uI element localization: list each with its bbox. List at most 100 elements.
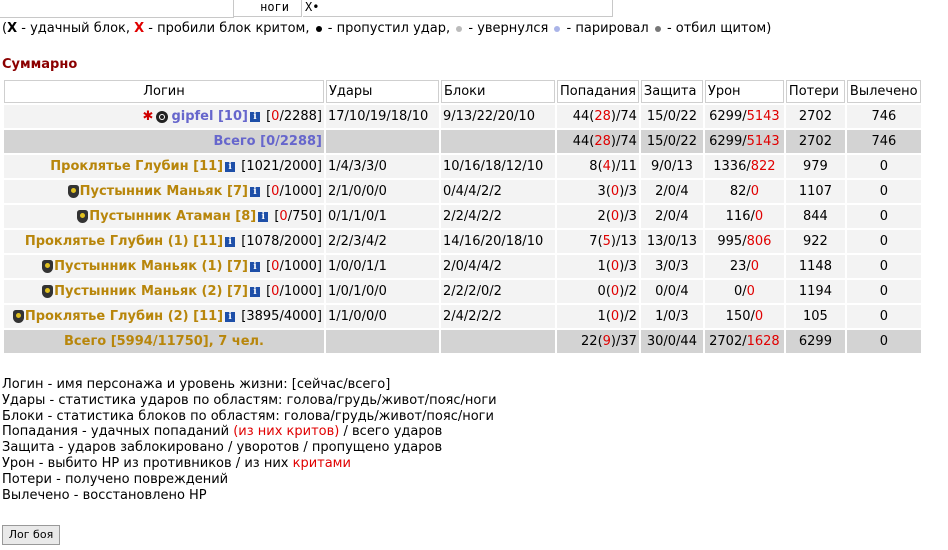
- heal-cell: 0: [846, 230, 921, 253]
- total-label-cell: Всего [5994/11750], 7 чел.: [4, 330, 324, 353]
- dmg-cell: 0/0: [704, 280, 784, 303]
- hp-current: 3895: [246, 309, 280, 324]
- hp-current: 0: [279, 209, 288, 224]
- legend-text-4: - увернулся: [464, 21, 553, 36]
- shield-emblem-icon: [42, 260, 54, 273]
- legend-x-black: X: [7, 21, 18, 36]
- legend-text-6: - отбил щитом): [662, 21, 772, 36]
- strip-label: ноги: [234, 0, 302, 17]
- player-link[interactable]: Проклятье Глубин (2) [11]: [25, 309, 223, 324]
- player-link[interactable]: Проклятье Глубин (1) [11]: [25, 234, 223, 249]
- info-icon[interactable]: i: [225, 236, 236, 247]
- loss-cell: 1194: [785, 280, 845, 303]
- player-link[interactable]: Пустынник Маньяк [7]: [80, 184, 248, 199]
- gray-dot-icon: [456, 25, 463, 32]
- shield-emblem-icon: [77, 210, 89, 223]
- loss-cell: 2702: [785, 130, 845, 153]
- note-heal: Вылечено - восстановлено HP: [2, 487, 207, 503]
- total-label: Всего [0/2288]: [213, 134, 322, 149]
- login-cell: Пустынник Атаман [8] i [0/750]: [4, 205, 324, 228]
- login-cell: Проклятье Глубин [11] i [1021/2000]: [4, 155, 324, 178]
- total-hits-cell: [326, 130, 439, 153]
- player-link[interactable]: Пустынник Маньяк (2) [7]: [54, 284, 248, 299]
- pop-cell: 2(0)/3: [557, 205, 639, 228]
- heal-cell: 746: [846, 105, 921, 128]
- col-pop: Попадания: [557, 80, 639, 103]
- hp-current: 1021: [246, 159, 280, 174]
- table-row: Проклятье Глубин (2) [11] i [3895/4000] 1…: [4, 305, 921, 328]
- info-icon[interactable]: i: [225, 161, 236, 172]
- heal-cell: 746: [846, 130, 921, 153]
- def-cell: 1/0/3: [640, 305, 703, 328]
- battle-stats-table: Логин Удары Блоки Попадания Защита Урон …: [2, 78, 923, 355]
- login-cell: Проклятье Глубин (1) [11] i [1078/2000]: [4, 230, 324, 253]
- blocks-cell: 10/16/18/12/10: [441, 155, 555, 178]
- dmg-cell: 995/806: [704, 230, 784, 253]
- total-blocks-cell: [441, 130, 555, 153]
- dark-dot-icon: [654, 25, 661, 32]
- loss-cell: 844: [785, 205, 845, 228]
- col-def: Защита: [640, 80, 703, 103]
- col-hits: Удары: [326, 80, 439, 103]
- total-row: Всего [0/2288] 44(28)/74 15/0/22 6299/51…: [4, 130, 921, 153]
- table-row: Пустынник Маньяк (1) [7] i [0/1000] 1/0/0…: [4, 255, 921, 278]
- hits-cell: 1/4/3/3/0: [326, 155, 439, 178]
- blocks-cell: 2/0/4/4/2: [441, 255, 555, 278]
- player-link[interactable]: Пустынник Атаман [8]: [89, 209, 256, 224]
- legend-text-5: - парировал: [562, 21, 653, 36]
- note-blocks: Блоки - статистика блоков по областям: г…: [2, 408, 494, 424]
- blocks-cell: 14/16/20/18/10: [441, 230, 555, 253]
- heal-cell: 0: [846, 305, 921, 328]
- total-hits-cell: [326, 330, 439, 353]
- info-icon[interactable]: i: [249, 111, 260, 122]
- hp-max: 750: [292, 209, 317, 224]
- pop-cell: 22(9)/37: [557, 330, 639, 353]
- player-link[interactable]: Проклятье Глубин [11]: [50, 159, 223, 174]
- shield-emblem-icon: [42, 285, 54, 298]
- def-cell: 13/0/13: [640, 230, 703, 253]
- dmg-cell: 1336/822: [704, 155, 784, 178]
- hp-max: 1000: [283, 284, 317, 299]
- dmg-cell: 2702/1628: [704, 330, 784, 353]
- total-row: Всего [5994/11750], 7 чел. 22(9)/37 30/0…: [4, 330, 921, 353]
- note-def: Защита - ударов заблокировано / уворотов…: [2, 440, 443, 456]
- hp-max: 1000: [283, 184, 317, 199]
- blocks-cell: 2/4/2/2/2: [441, 305, 555, 328]
- hp-max: 2000: [283, 234, 317, 249]
- player-link[interactable]: Пустынник Маньяк (1) [7]: [54, 259, 248, 274]
- pop-cell: 7(5)/13: [557, 230, 639, 253]
- clan-emblem-icon: ✱: [142, 108, 154, 124]
- table-row: Пустынник Маньяк (2) [7] i [0/1000] 1/0/1…: [4, 280, 921, 303]
- hp-max: 2288: [283, 109, 317, 124]
- table-row: Проклятье Глубин (1) [11] i [1078/2000] 2…: [4, 230, 921, 253]
- col-blocks: Блоки: [441, 80, 555, 103]
- info-icon[interactable]: i: [249, 286, 260, 297]
- battle-log-button[interactable]: Лог боя: [2, 525, 60, 545]
- info-icon[interactable]: i: [225, 311, 236, 322]
- pop-cell: 3(0)/3: [557, 180, 639, 203]
- heal-cell: 0: [846, 205, 921, 228]
- def-cell: 30/0/44: [640, 330, 703, 353]
- shield-emblem-icon: [12, 310, 24, 323]
- dmg-cell: 6299/5143: [704, 105, 784, 128]
- def-cell: 15/0/22: [640, 105, 703, 128]
- heal-cell: 0: [846, 180, 921, 203]
- blocks-cell: 9/13/22/20/10: [441, 105, 555, 128]
- hits-cell: 1/0/1/0/0: [326, 280, 439, 303]
- loss-cell: 979: [785, 155, 845, 178]
- def-cell: 3/0/3: [640, 255, 703, 278]
- def-cell: 2/0/4: [640, 180, 703, 203]
- hp-current: 1078: [246, 234, 280, 249]
- info-icon[interactable]: i: [249, 186, 260, 197]
- login-cell: Проклятье Глубин (2) [11] i [3895/4000]: [4, 305, 324, 328]
- info-icon[interactable]: i: [249, 261, 260, 272]
- col-heal: Вылечено: [846, 80, 921, 103]
- player-link[interactable]: gipfel [10]: [171, 109, 248, 124]
- section-title: Суммарно: [2, 57, 78, 72]
- info-icon[interactable]: i: [258, 211, 269, 222]
- total-label: Всего [5994/11750], 7 чел.: [64, 334, 264, 349]
- blocks-cell: 2/2/2/0/2: [441, 280, 555, 303]
- legend-x-red: X: [134, 21, 145, 36]
- hp-current: 0: [271, 259, 280, 274]
- login-cell: Пустынник Маньяк (2) [7] i [0/1000]: [4, 280, 324, 303]
